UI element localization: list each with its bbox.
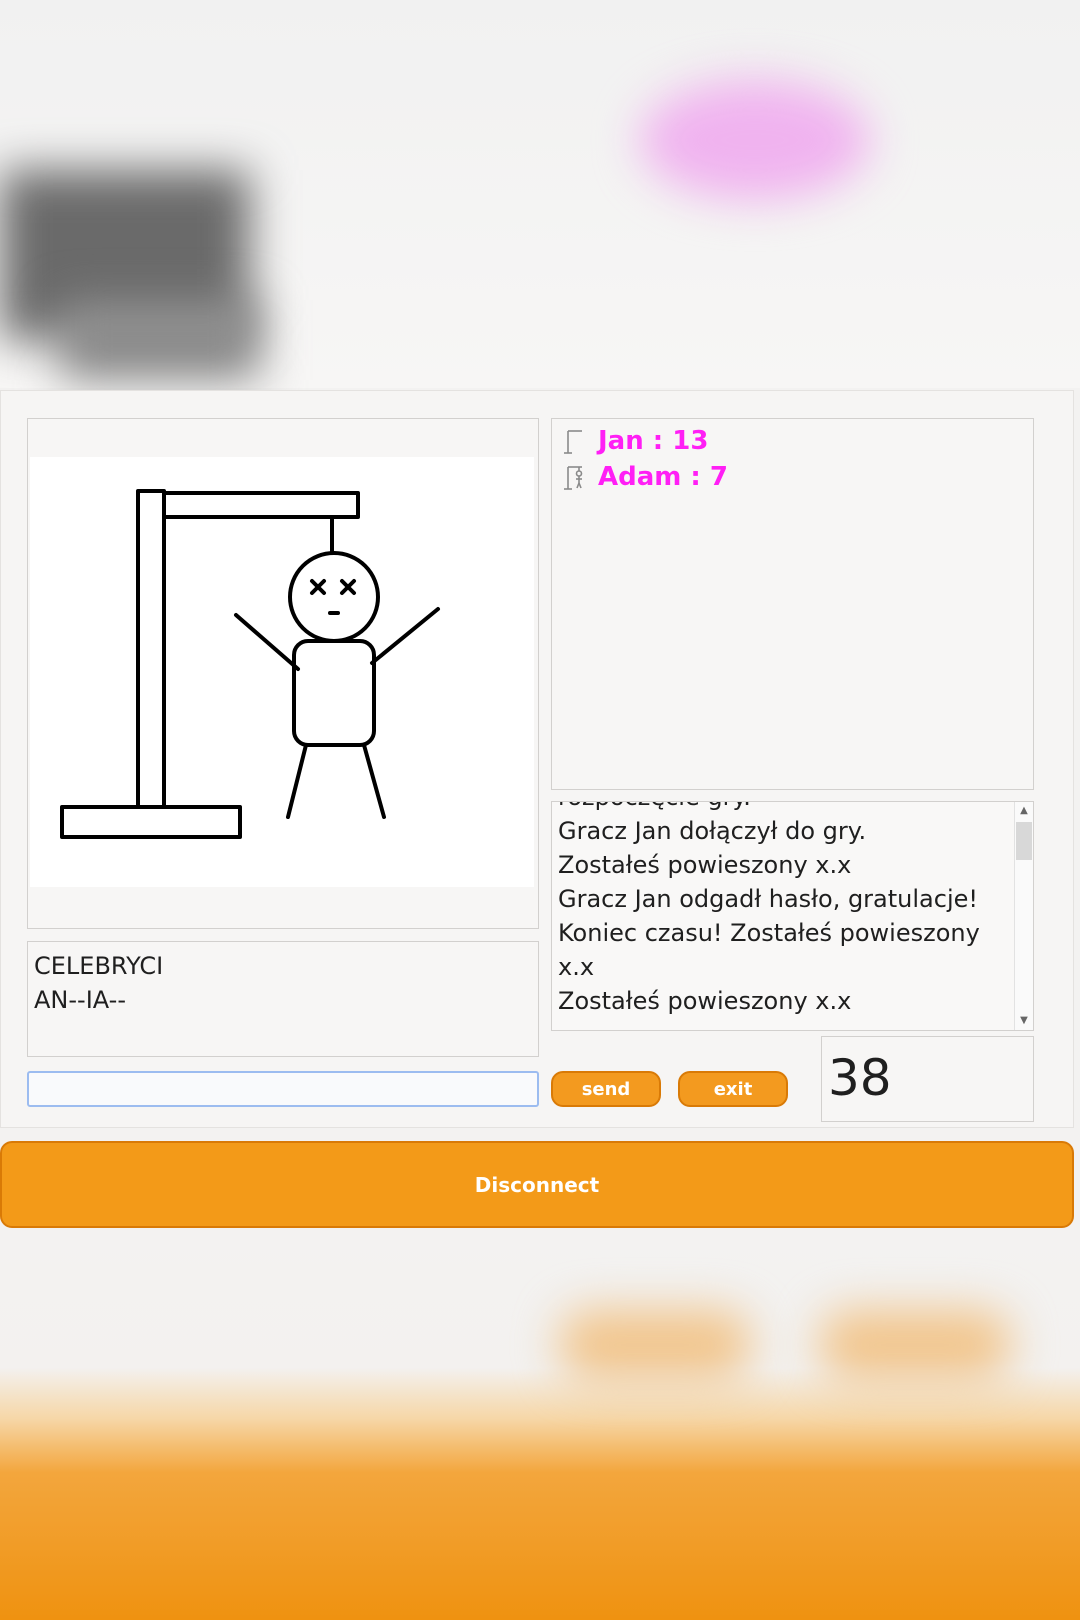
guess-input[interactable]: [27, 1071, 539, 1107]
word-pattern: AN--IA--: [34, 986, 126, 1014]
log-line: Zostałeś powieszony x.x: [558, 987, 852, 1015]
hangman-canvas: [30, 457, 534, 887]
player-row: Adam : 7: [562, 461, 728, 493]
blurred-background-shape: [60, 300, 260, 380]
send-button[interactable]: send: [551, 1071, 661, 1107]
exit-button[interactable]: exit: [678, 1071, 788, 1107]
log-line: Gracz Jan odgadł hasło, gratulacje!: [558, 885, 978, 913]
gallows-post: [136, 489, 166, 809]
log-line: Gracz Jan dołączył do gry.: [558, 817, 867, 845]
word-category: CELEBRYCI: [34, 952, 164, 980]
scroll-thumb[interactable]: [1016, 822, 1032, 860]
blurred-background-shape: [560, 1310, 750, 1380]
log-line: Koniec czasu! Zostałeś powieszony: [558, 919, 980, 947]
log-line: Zostałeś powieszony x.x: [558, 851, 852, 879]
game-panel: Jan : 13 Adam : 7 rozpoczęc: [0, 390, 1074, 1128]
disconnect-button[interactable]: Disconnect: [0, 1141, 1074, 1228]
log-scrollbar[interactable]: ▲ ▼: [1014, 802, 1033, 1030]
hangman-arm: [234, 613, 300, 671]
word-box: CELEBRYCI AN--IA--: [27, 941, 539, 1057]
player-row: Jan : 13: [562, 425, 708, 457]
hangman-drawing: [60, 489, 440, 839]
game-log-lines: rozpoczęcie gry. Gracz Jan dołączył do g…: [558, 802, 1008, 1018]
player-name-score: Adam : 7: [598, 462, 728, 492]
gallows-beam: [162, 491, 360, 519]
scroll-up-icon[interactable]: ▲: [1015, 802, 1033, 820]
scroll-down-icon[interactable]: ▼: [1015, 1012, 1033, 1030]
hangman-body: [292, 639, 376, 747]
hangman-leg: [286, 743, 308, 819]
log-line: x.x: [558, 953, 595, 981]
gallows-base: [60, 805, 242, 839]
log-line: rozpoczęcie gry.: [558, 802, 1008, 814]
blurred-background-shape: [820, 1310, 1010, 1380]
players-list: Jan : 13 Adam : 7: [551, 418, 1034, 790]
player-name-score: Jan : 13: [598, 426, 709, 456]
blurred-background-shape: [640, 80, 870, 200]
timer-value: 38: [828, 1049, 892, 1107]
timer-box: 38: [821, 1036, 1034, 1122]
hangman-leg: [362, 743, 386, 819]
game-log[interactable]: rozpoczęcie gry. Gracz Jan dołączył do g…: [551, 801, 1034, 1031]
hangman-arm: [370, 607, 440, 665]
hanged-man-icon: [564, 466, 583, 490]
background-bottom: [0, 1232, 1080, 1620]
hangman-drawing-frame: [27, 418, 539, 929]
hangman-head: [288, 551, 380, 643]
gallows-icon: [564, 430, 582, 454]
